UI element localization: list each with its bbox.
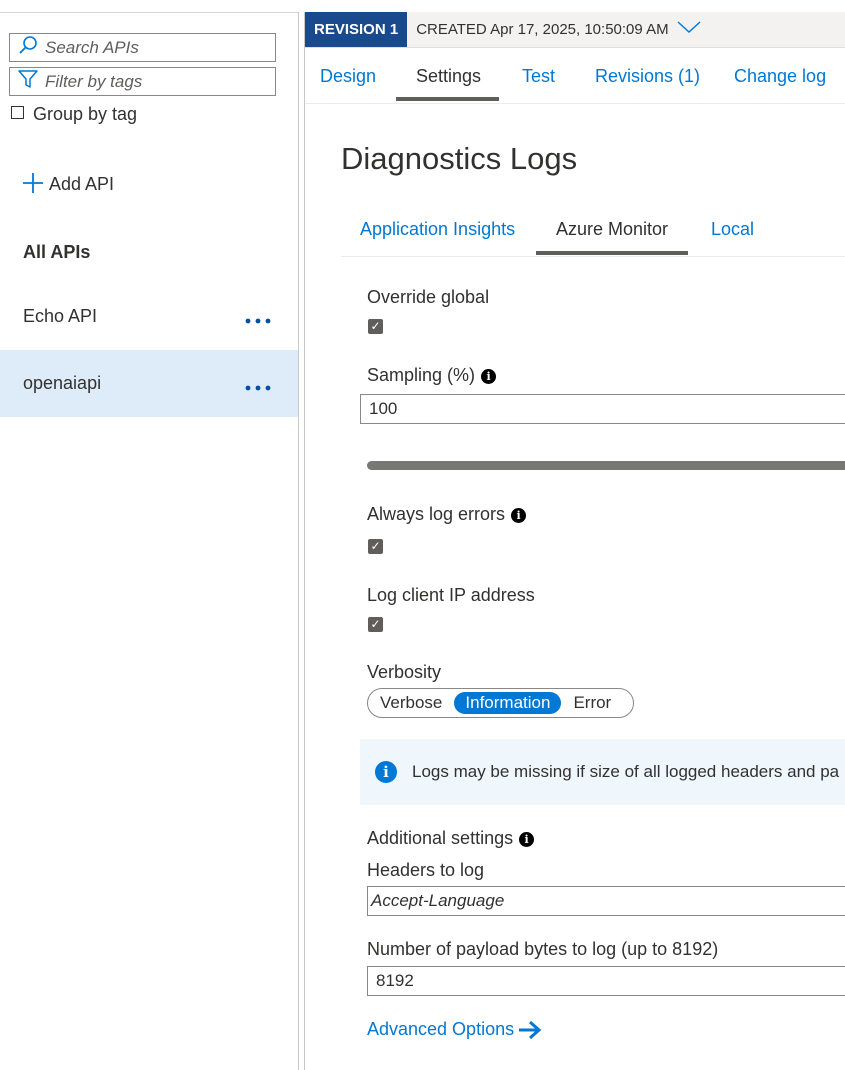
filter-by-tags-input[interactable]: Filter by tags	[9, 67, 276, 96]
advanced-options-link[interactable]: Advanced Options	[367, 1019, 542, 1040]
more-options-icon[interactable]	[238, 371, 278, 397]
filter-placeholder: Filter by tags	[45, 71, 143, 91]
tab-local[interactable]: Local	[711, 219, 754, 240]
info-icon[interactable]: i	[519, 832, 535, 847]
chevron-down-icon[interactable]	[677, 20, 701, 39]
log-client-ip-checkbox[interactable]: ✓	[368, 617, 383, 632]
revision-created: CREATED Apr 17, 2025, 10:50:09 AM	[416, 21, 669, 38]
tab-test[interactable]: Test	[522, 66, 555, 87]
revision-badge: REVISION 1	[305, 12, 408, 47]
log-client-ip-label: Log client IP address	[367, 585, 535, 605]
sampling-label: Sampling (%) i	[367, 365, 497, 386]
api-name: openaiapi	[23, 373, 102, 393]
subtabs-divider	[341, 256, 845, 257]
advanced-options-label: Advanced Options	[367, 1019, 515, 1039]
page-title: Diagnostics Logs	[341, 141, 578, 176]
payload-bytes-label: Number of payload bytes to log (up to 81…	[367, 939, 719, 959]
add-api-label: Add API	[49, 174, 115, 194]
info-circle-icon: i	[375, 761, 397, 783]
always-log-errors-label: Always log errors i	[367, 504, 527, 525]
verbosity-toggle: Verbose Information Error	[367, 688, 634, 718]
filter-icon	[18, 69, 38, 94]
info-message-bar: i Logs may be missing if size of all log…	[360, 739, 845, 805]
content-divider	[304, 12, 305, 1070]
headers-to-log-label: Headers to log	[367, 860, 485, 880]
add-api-button[interactable]: Add API	[22, 172, 114, 197]
tab-settings[interactable]: Settings	[416, 66, 481, 87]
all-apis-heading: All APIs	[23, 242, 91, 262]
search-icon	[18, 35, 38, 60]
group-by-tag-label: Group by tag	[33, 104, 138, 124]
api-list-item-selected[interactable]: openaiapi	[0, 350, 298, 417]
tab-design[interactable]: Design	[320, 66, 376, 87]
sampling-label-text: Sampling (%)	[367, 365, 476, 385]
payload-bytes-value: 8192	[376, 971, 414, 990]
active-tab-indicator	[396, 97, 499, 101]
tab-revisions[interactable]: Revisions (1)	[595, 66, 700, 87]
always-log-errors-checkbox[interactable]: ✓	[368, 539, 383, 554]
more-options-icon[interactable]	[238, 304, 278, 330]
info-icon[interactable]: i	[511, 508, 527, 523]
sidebar-top-divider	[0, 12, 298, 13]
sidebar-divider[interactable]	[298, 12, 299, 1070]
search-input[interactable]: Search APIs	[9, 33, 276, 62]
additional-settings-text: Additional settings	[367, 828, 514, 848]
additional-settings-label: Additional settings i	[367, 828, 535, 849]
tab-application-insights[interactable]: Application Insights	[360, 219, 515, 240]
payload-bytes-input[interactable]: 8192	[367, 966, 845, 996]
sampling-input[interactable]: 100	[360, 394, 845, 424]
headers-to-log-value: Accept-Language	[371, 891, 505, 910]
api-list-item[interactable]: Echo API	[0, 283, 298, 350]
main-tabs: Design Settings Test Revisions (1) Chang…	[305, 48, 845, 104]
sampling-value: 100	[369, 399, 398, 418]
api-name: Echo API	[23, 306, 98, 326]
always-log-errors-text: Always log errors	[367, 504, 506, 524]
tab-change-log[interactable]: Change log	[734, 66, 826, 87]
search-placeholder: Search APIs	[45, 37, 139, 57]
info-icon[interactable]: i	[481, 369, 497, 384]
revision-bar: REVISION 1 CREATED Apr 17, 2025, 10:50:0…	[305, 12, 845, 48]
verbosity-information[interactable]: Information	[454, 692, 562, 714]
override-global-checkbox[interactable]: ✓	[368, 319, 383, 334]
verbosity-label: Verbosity	[367, 662, 442, 682]
override-global-label: Override global	[367, 287, 490, 307]
sampling-slider[interactable]	[367, 461, 845, 470]
group-by-tag-checkbox[interactable]	[11, 106, 24, 119]
headers-to-log-input[interactable]: Accept-Language	[367, 886, 845, 916]
tab-azure-monitor[interactable]: Azure Monitor	[556, 219, 668, 240]
arrow-right-icon	[518, 1020, 542, 1039]
plus-icon	[22, 172, 44, 197]
active-subtab-indicator	[536, 251, 688, 255]
info-message-text: Logs may be missing if size of all logge…	[412, 762, 840, 781]
verbosity-verbose[interactable]: Verbose	[380, 693, 442, 713]
verbosity-error[interactable]: Error	[573, 693, 611, 713]
